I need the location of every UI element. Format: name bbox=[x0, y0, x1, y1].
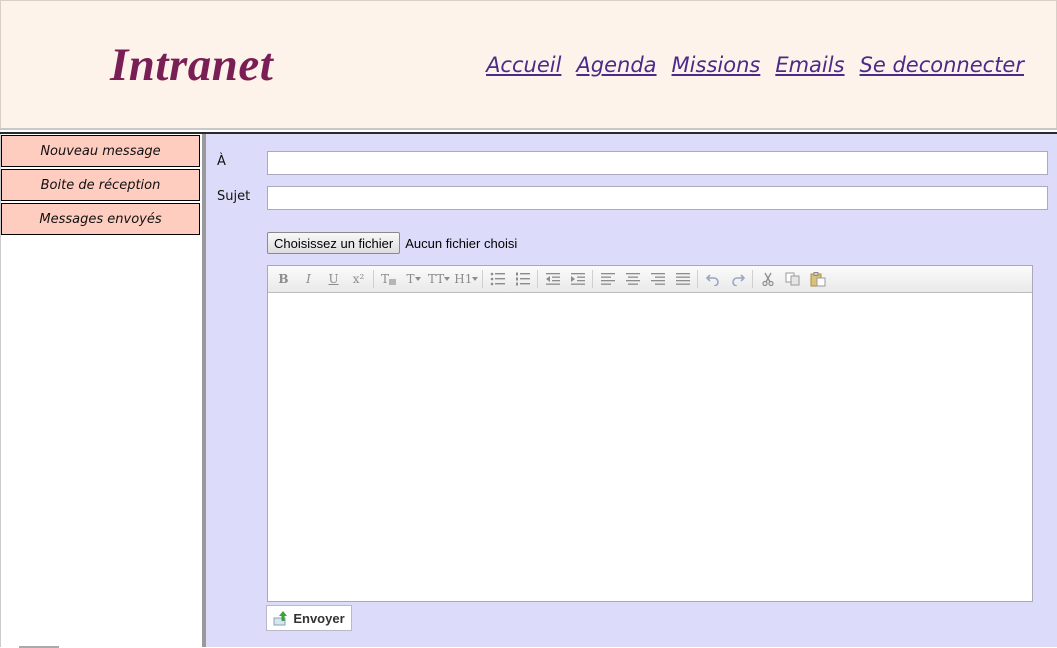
subject-label: Sujet bbox=[217, 189, 251, 204]
nav-link-agenda[interactable]: Agenda bbox=[576, 51, 656, 79]
justify-button[interactable] bbox=[671, 269, 694, 289]
heading-dropdown[interactable]: H1 bbox=[453, 269, 479, 289]
compose-panel: À Sujet Choisissez un fichier Aucun fich… bbox=[206, 134, 1057, 647]
sidebar: Nouveau message Boite de réception Messa… bbox=[0, 134, 203, 648]
numbered-list-button[interactable] bbox=[511, 269, 534, 289]
nav-link-logout[interactable]: Se deconnecter bbox=[860, 51, 1024, 79]
nav-link-accueil[interactable]: Accueil bbox=[486, 51, 561, 79]
top-nav: Accueil Agenda Missions Emails Se deconn… bbox=[486, 51, 1024, 79]
file-status: Aucun fichier choisi bbox=[405, 235, 518, 251]
indent-button[interactable] bbox=[566, 269, 589, 289]
align-center-icon bbox=[625, 273, 640, 285]
paste-icon bbox=[810, 271, 826, 286]
nav-link-missions[interactable]: Missions bbox=[672, 51, 761, 79]
align-center-button[interactable] bbox=[621, 269, 644, 289]
editor-content-area[interactable] bbox=[268, 293, 1032, 602]
subject-field[interactable] bbox=[267, 186, 1048, 210]
align-left-button[interactable] bbox=[596, 269, 619, 289]
header-divider bbox=[0, 128, 1057, 130]
remove-format-icon: T bbox=[381, 272, 396, 286]
toolbar-separator bbox=[592, 270, 594, 288]
redo-button[interactable] bbox=[726, 269, 749, 289]
choose-file-button[interactable]: Choisissez un fichier bbox=[267, 232, 401, 254]
undo-icon bbox=[705, 274, 719, 286]
heading-label: H1 bbox=[454, 272, 473, 286]
header: Intranet Accueil Agenda Missions Emails … bbox=[0, 0, 1057, 129]
toolbar-separator bbox=[537, 270, 539, 288]
editor-toolbar: B I U x² T T TT H1 bbox=[268, 266, 1032, 293]
undo-button[interactable] bbox=[701, 269, 724, 289]
font-size-dropdown[interactable]: TT bbox=[427, 269, 451, 289]
align-left-icon bbox=[600, 273, 615, 285]
bullet-list-icon bbox=[490, 272, 505, 286]
font-label: T bbox=[406, 272, 415, 286]
send-button[interactable]: Envoyer bbox=[266, 605, 352, 631]
numbered-list-icon bbox=[515, 272, 530, 286]
rich-text-editor: B I U x² T T TT H1 bbox=[267, 265, 1033, 602]
paste-button[interactable] bbox=[806, 269, 829, 289]
justify-icon bbox=[675, 273, 690, 285]
upload-icon bbox=[273, 611, 288, 626]
chevron-down-icon bbox=[444, 277, 451, 281]
font-size-label: TT bbox=[428, 272, 445, 286]
superscript-button[interactable]: x² bbox=[347, 269, 370, 289]
svg-text:T: T bbox=[381, 272, 389, 286]
cut-button[interactable] bbox=[756, 269, 779, 289]
outdent-icon bbox=[545, 273, 560, 285]
scissors-icon bbox=[762, 272, 774, 286]
sidebar-item-inbox[interactable]: Boite de réception bbox=[1, 169, 200, 201]
italic-button[interactable]: I bbox=[297, 269, 320, 289]
logo: Intranet bbox=[110, 39, 274, 91]
copy-icon bbox=[785, 272, 800, 286]
font-dropdown[interactable]: T bbox=[402, 269, 425, 289]
outdent-button[interactable] bbox=[541, 269, 564, 289]
bold-button[interactable]: B bbox=[272, 269, 295, 289]
toolbar-separator bbox=[697, 270, 699, 288]
chevron-down-icon bbox=[414, 277, 421, 281]
toolbar-separator bbox=[373, 270, 374, 288]
underline-button[interactable]: U bbox=[322, 269, 345, 289]
sidebar-item-new-message[interactable]: Nouveau message bbox=[1, 135, 200, 167]
redo-icon bbox=[732, 274, 745, 286]
toolbar-separator bbox=[752, 270, 754, 288]
to-label: À bbox=[217, 154, 226, 169]
chevron-down-icon bbox=[472, 277, 479, 281]
copy-button[interactable] bbox=[781, 269, 804, 289]
align-right-icon bbox=[650, 273, 665, 285]
bullet-list-button[interactable] bbox=[486, 269, 509, 289]
align-right-button[interactable] bbox=[646, 269, 669, 289]
sidebar-item-sent[interactable]: Messages envoyés bbox=[1, 203, 200, 235]
indent-icon bbox=[570, 273, 585, 285]
send-label: Envoyer bbox=[293, 610, 345, 626]
remove-format-button[interactable]: T bbox=[377, 269, 400, 289]
to-field[interactable] bbox=[267, 151, 1048, 175]
nav-link-emails[interactable]: Emails bbox=[775, 51, 844, 79]
file-upload: Choisissez un fichier Aucun fichier choi… bbox=[267, 232, 517, 254]
toolbar-separator bbox=[482, 270, 484, 288]
